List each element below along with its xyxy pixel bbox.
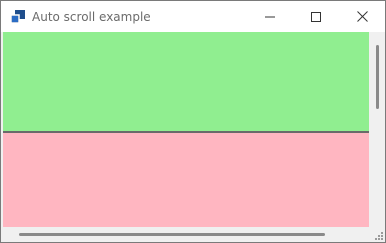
app-window-icon [10, 10, 25, 24]
minimize-icon [265, 16, 275, 17]
pink-panel [3, 133, 369, 227]
title-bar[interactable]: Auto scroll example [1, 1, 385, 32]
close-icon [356, 11, 368, 22]
window-title: Auto scroll example [32, 10, 151, 24]
vertical-scroll-thumb[interactable] [376, 45, 379, 109]
scroll-viewport[interactable] [1, 32, 385, 242]
horizontal-scroll-thumb[interactable] [19, 233, 325, 236]
maximize-icon [311, 11, 321, 22]
resize-grip-icon[interactable] [371, 227, 385, 242]
green-panel [3, 32, 369, 131]
vertical-scrollbar[interactable] [371, 32, 385, 227]
horizontal-scrollbar[interactable] [1, 227, 371, 242]
close-button[interactable] [339, 1, 385, 32]
app-window: Auto scroll example [0, 0, 386, 243]
minimize-button[interactable] [247, 1, 293, 32]
maximize-button[interactable] [293, 1, 339, 32]
